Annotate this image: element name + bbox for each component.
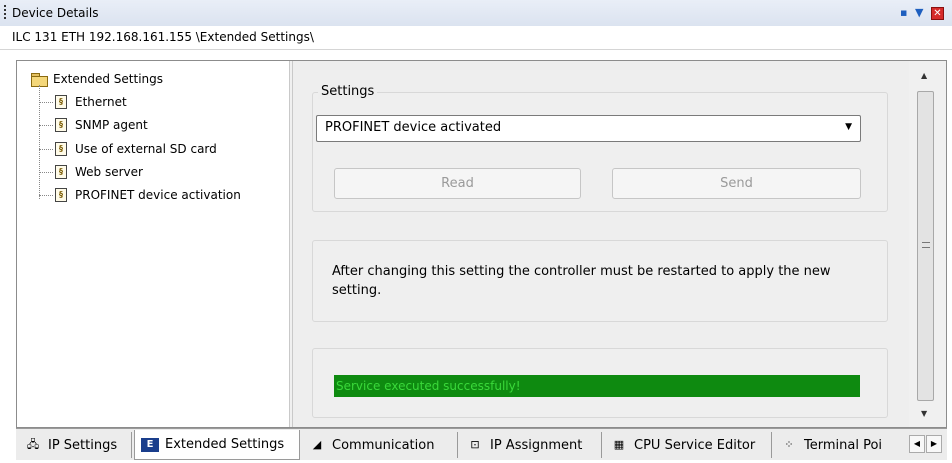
tree-connector	[39, 125, 53, 126]
dropdown-arrow-icon[interactable]: ▼	[915, 7, 923, 19]
tree-item-label: PROFINET device activation	[75, 188, 241, 202]
settings-doc-icon: §	[55, 95, 67, 109]
tree-item-profinet[interactable]: § PROFINET device activation	[55, 185, 241, 205]
tab-ip-settings[interactable]: 🖧 IP Settings	[18, 432, 132, 458]
settings-doc-icon: §	[55, 118, 67, 132]
settings-doc-icon: §	[55, 142, 67, 156]
tree-item-snmp-agent[interactable]: § SNMP agent	[55, 115, 148, 135]
tree-item-label: Ethernet	[75, 95, 127, 109]
close-icon[interactable]: ✕	[931, 7, 944, 20]
tab-label: IP Settings	[48, 437, 118, 453]
read-button[interactable]: Read	[334, 168, 581, 199]
tab-label: Terminal Poi	[804, 437, 883, 453]
tree-connector	[39, 102, 53, 103]
extended-settings-icon: E	[141, 437, 159, 452]
network-icon: 🖧	[26, 438, 40, 451]
window-title: Device Details	[12, 6, 99, 20]
pin-icon[interactable]: ▪	[900, 7, 907, 19]
tab-extended-settings[interactable]: E Extended Settings	[134, 430, 300, 460]
tree-item-web-server[interactable]: § Web server	[55, 162, 143, 182]
breadcrumb: ILC 131 ETH 192.168.161.155 \Extended Se…	[0, 26, 952, 50]
scroll-down-icon[interactable]: ▼	[921, 409, 927, 418]
tab-ip-assignment[interactable]: ⊡ IP Assignment	[460, 432, 602, 458]
profinet-mode-select[interactable]: PROFINET device activated ▼	[316, 115, 861, 142]
tab-label: CPU Service Editor	[634, 437, 756, 453]
tab-cpu-service-editor[interactable]: ▦ CPU Service Editor	[604, 432, 772, 458]
terminal-points-icon: ⁘	[784, 438, 794, 451]
title-bar: Device Details ▪ ▼ ✕	[0, 0, 952, 26]
cpu-service-icon: ▦	[613, 438, 625, 451]
communication-icon: ◢	[312, 438, 322, 451]
send-button[interactable]: Send	[612, 168, 861, 199]
tree-item-label: SNMP agent	[75, 118, 148, 132]
vertical-scrollbar[interactable]: ▲ ▼	[909, 61, 946, 427]
scroll-up-icon[interactable]: ▲	[921, 71, 927, 80]
chevron-down-icon: ▼	[845, 122, 852, 132]
tab-label: IP Assignment	[490, 437, 583, 453]
tree-connector	[39, 172, 53, 173]
drag-grip-icon[interactable]	[4, 5, 7, 19]
select-value: PROFINET device activated	[325, 120, 502, 135]
tab-bar: 🖧 IP Settings E Extended Settings ◢ Comm…	[16, 428, 947, 460]
tree-connector	[39, 149, 53, 150]
restart-note: After changing this setting the controll…	[332, 264, 831, 298]
tab-scroll-right-icon[interactable]: ▶	[926, 435, 942, 453]
settings-tree: Extended Settings § Ethernet § SNMP agen…	[23, 65, 285, 427]
tree-connector	[39, 195, 53, 196]
settings-doc-icon: §	[55, 165, 67, 179]
scrollbar-thumb[interactable]	[917, 91, 934, 401]
settings-legend: Settings	[318, 84, 378, 99]
tab-scroll-left-icon[interactable]: ◀	[909, 435, 925, 453]
tab-terminal-points[interactable]: ⁘ Terminal Poi	[774, 432, 908, 458]
tab-label: Communication	[332, 437, 435, 453]
device-path: ILC 131 ETH 192.168.161.155 \Extended Se…	[12, 30, 314, 44]
tree-root[interactable]: Extended Settings	[31, 69, 163, 89]
tree-item-ethernet[interactable]: § Ethernet	[55, 92, 127, 112]
status-message: Service executed successfully!	[334, 375, 860, 397]
folder-icon	[31, 73, 48, 87]
ip-assignment-icon: ⊡	[470, 438, 480, 451]
tree-item-label: Web server	[75, 165, 143, 179]
tree-item-label: Use of external SD card	[75, 142, 217, 156]
tree-root-label: Extended Settings	[53, 72, 164, 86]
tab-label: Extended Settings	[165, 437, 285, 452]
grip-icon	[922, 242, 930, 248]
tree-item-sd-card[interactable]: § Use of external SD card	[55, 139, 217, 159]
settings-doc-icon: §	[55, 188, 67, 202]
tab-communication[interactable]: ◢ Communication	[302, 432, 458, 458]
